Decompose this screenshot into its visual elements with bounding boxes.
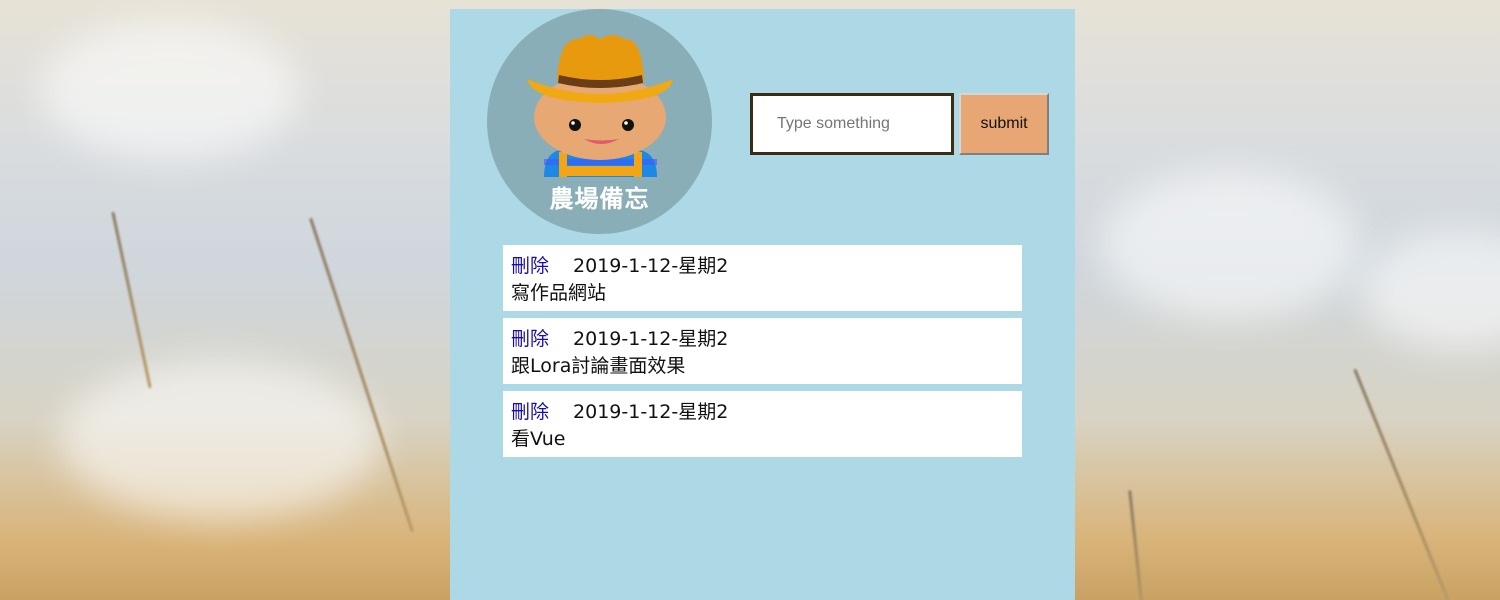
- delete-link[interactable]: 刪除: [511, 399, 549, 426]
- note-text: 寫作品網站: [511, 282, 607, 304]
- memo-panel: 農場備忘 submit 刪除 2019-1-12-星期2 寫作品網站 刪除 20…: [450, 9, 1075, 600]
- logo-title: 農場備忘: [549, 185, 650, 213]
- delete-link[interactable]: 刪除: [511, 326, 549, 353]
- farm-memo-logo: 農場備忘: [487, 9, 712, 234]
- note-text: 看Vue: [511, 428, 566, 450]
- note-date: 2019-1-12-星期2: [573, 401, 729, 423]
- memo-input[interactable]: [750, 93, 954, 155]
- list-item: 刪除 2019-1-12-星期2 跟Lora討論畫面效果: [503, 318, 1022, 384]
- submit-button[interactable]: submit: [959, 93, 1049, 155]
- note-date: 2019-1-12-星期2: [573, 255, 729, 277]
- delete-link[interactable]: 刪除: [511, 253, 549, 280]
- notes-list: 刪除 2019-1-12-星期2 寫作品網站 刪除 2019-1-12-星期2 …: [503, 245, 1022, 464]
- note-text: 跟Lora討論畫面效果: [511, 355, 686, 377]
- note-date: 2019-1-12-星期2: [573, 328, 729, 350]
- list-item: 刪除 2019-1-12-星期2 寫作品網站: [503, 245, 1022, 311]
- list-item: 刪除 2019-1-12-星期2 看Vue: [503, 391, 1022, 457]
